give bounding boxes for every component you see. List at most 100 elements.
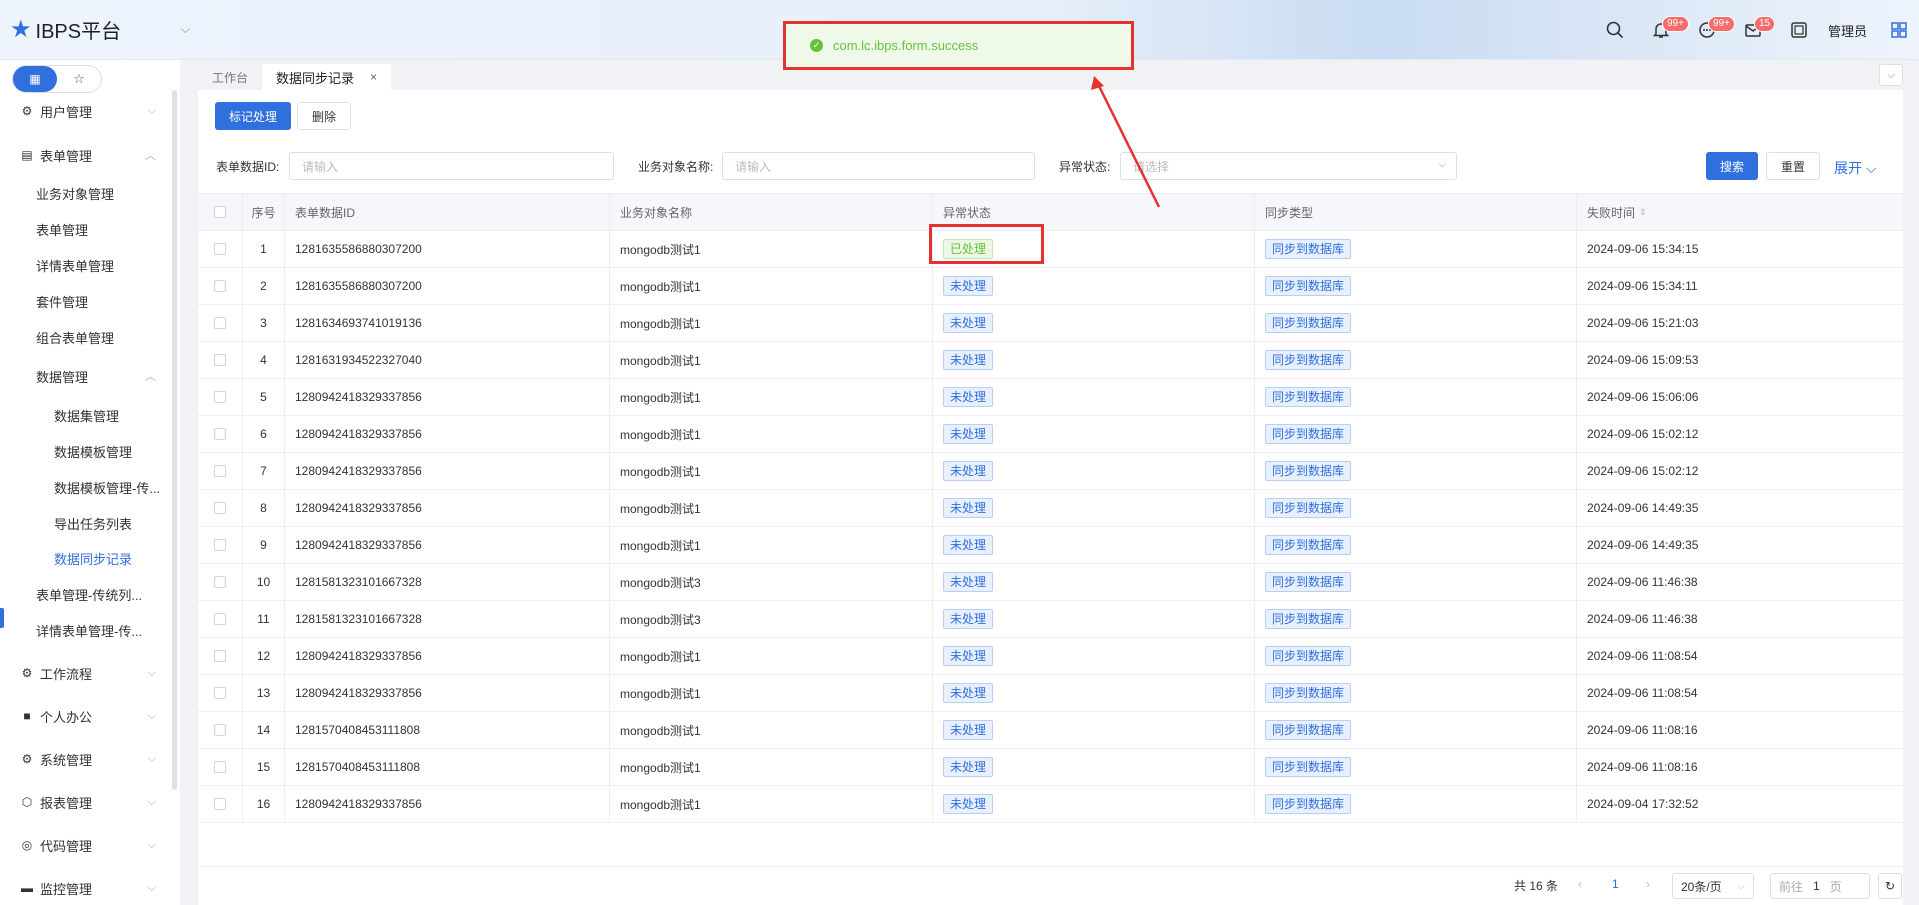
goto-page[interactable]: 前往 1 页: [1770, 873, 1870, 899]
table-row[interactable]: 10 1281581323101667328 mongodb测试3 未处理 同步到数据库…: [198, 564, 1903, 601]
tab-workbench[interactable]: 工作台: [198, 64, 262, 90]
table-row[interactable]: 14 1281570408453111808 mongodb测试1 未处理 同步到数据库…: [198, 712, 1903, 749]
sidebar-item-combo-form[interactable]: 组合表单管理: [0, 319, 170, 355]
sidebar-item-form[interactable]: 表单管理: [0, 211, 170, 247]
row-checkbox[interactable]: [214, 724, 226, 736]
delete-button[interactable]: 删除: [297, 102, 352, 130]
prev-page-icon[interactable]: ‹: [1578, 877, 1582, 891]
tab-data-sync-records[interactable]: 数据同步记录 ×: [262, 64, 392, 90]
page-number[interactable]: 1: [1612, 877, 1619, 891]
sidebar-item-biz-object[interactable]: 业务对象管理: [0, 175, 170, 211]
table-row[interactable]: 13 1280942418329337856 mongodb测试1 未处理 同步到数据库…: [198, 675, 1903, 712]
sort-icon[interactable]: ⇕: [1639, 207, 1647, 218]
sidebar-item-export-tasks[interactable]: 导出任务列表: [0, 505, 170, 541]
table-row[interactable]: 3 1281634693741019136 mongodb测试1 未处理 同步到数据库 2…: [198, 305, 1903, 342]
cube-icon: ⬡: [21, 795, 33, 809]
status-label: 异常状态:: [1059, 160, 1111, 174]
row-checkbox[interactable]: [214, 539, 226, 551]
cell-form-id: 1281631934522327040: [285, 342, 610, 378]
mail-icon[interactable]: 15: [1730, 0, 1776, 60]
grid-view-icon[interactable]: ▦: [13, 66, 57, 92]
sidebar-item-data-template-legacy[interactable]: 数据模板管理-传...: [0, 469, 170, 505]
table-row[interactable]: 8 1280942418329337856 mongodb测试1 未处理 同步到数据库 2…: [198, 490, 1903, 527]
row-checkbox[interactable]: [214, 613, 226, 625]
table-row[interactable]: 16 1280942418329337856 mongodb测试1 未处理 同步到数据库…: [198, 786, 1903, 823]
cell-status: 未处理: [933, 712, 1255, 748]
sidebar-item-code-mgmt[interactable]: ◎ 代码管理 ⌵: [0, 827, 170, 863]
cell-biz-name: mongodb测试1: [610, 231, 933, 267]
row-checkbox[interactable]: [214, 798, 226, 810]
table-row[interactable]: 2 1281635586880307200 mongodb测试1 未处理 同步到数据库 2…: [198, 268, 1903, 305]
user-name[interactable]: 管理员: [1822, 21, 1879, 40]
form-id-input[interactable]: 请输入: [289, 152, 614, 180]
tabs-dropdown-icon[interactable]: ⌵: [1879, 64, 1903, 86]
row-checkbox[interactable]: [214, 761, 226, 773]
table-row[interactable]: 11 1281581323101667328 mongodb测试3 未处理 同步到数据库…: [198, 601, 1903, 638]
row-checkbox[interactable]: [214, 687, 226, 699]
table-row[interactable]: 9 1280942418329337856 mongodb测试1 未处理 同步到数据库 2…: [198, 527, 1903, 564]
cell-sync-type: 同步到数据库: [1255, 601, 1577, 637]
search-button[interactable]: 搜索: [1706, 152, 1759, 180]
status-badge: 未处理: [943, 461, 994, 481]
sidebar-item-data-mgmt[interactable]: 数据管理 ︿: [0, 358, 170, 394]
sidebar-item-detail-form[interactable]: 详情表单管理: [0, 247, 170, 283]
reset-button[interactable]: 重置: [1766, 152, 1821, 180]
row-checkbox[interactable]: [214, 317, 226, 329]
sidebar-item-system-mgmt[interactable]: ⚙ 系统管理 ⌵: [0, 741, 170, 777]
fullscreen-icon[interactable]: [1776, 0, 1822, 60]
cell-status: 未处理: [933, 490, 1255, 526]
table-row[interactable]: 15 1281570408453111808 mongodb测试1 未处理 同步到数据库…: [198, 749, 1903, 786]
table-row[interactable]: 6 1280942418329337856 mongodb测试1 未处理 同步到数据库 2…: [198, 416, 1903, 453]
sidebar-item-suite[interactable]: 套件管理: [0, 283, 170, 319]
sidebar-item-report-mgmt[interactable]: ⬡ 报表管理 ⌵: [0, 784, 170, 820]
close-icon[interactable]: ×: [370, 70, 377, 84]
column-header-fail-time[interactable]: 失败时间 ⇕: [1577, 194, 1903, 230]
table-row[interactable]: 5 1280942418329337856 mongodb测试1 未处理 同步到数据库 2…: [198, 379, 1903, 416]
row-checkbox[interactable]: [214, 243, 226, 255]
chevron-down-icon[interactable]: ⌵: [181, 22, 190, 37]
row-checkbox[interactable]: [214, 650, 226, 662]
goto-page-input[interactable]: 1: [1813, 879, 1820, 893]
refresh-icon[interactable]: ↻: [1878, 873, 1902, 899]
apps-grid-icon[interactable]: [1879, 0, 1919, 60]
sidebar-item-detail-form-legacy[interactable]: 详情表单管理-传...: [0, 612, 170, 648]
sidebar-item-personal-office[interactable]: ■ 个人办公 ⌵: [0, 698, 170, 734]
sync-type-badge: 同步到数据库: [1265, 461, 1352, 481]
favorite-star-icon[interactable]: ☆: [57, 66, 101, 92]
sidebar-item-user-mgmt[interactable]: ⚙ 用户管理 ⌵: [0, 93, 170, 129]
sidebar-item-dataset[interactable]: 数据集管理: [0, 397, 170, 433]
sidebar-item-monitor-mgmt[interactable]: ▬ 监控管理 ⌵: [0, 870, 170, 905]
table-row[interactable]: 12 1280942418329337856 mongodb测试1 未处理 同步到数据库…: [198, 638, 1903, 675]
status-select[interactable]: 请选择 ⌵: [1120, 152, 1457, 180]
search-icon[interactable]: [1592, 0, 1638, 60]
row-checkbox[interactable]: [214, 428, 226, 440]
row-checkbox[interactable]: [214, 391, 226, 403]
message-icon[interactable]: 99+: [1684, 0, 1735, 60]
row-checkbox[interactable]: [214, 354, 226, 366]
next-page-icon[interactable]: ›: [1646, 877, 1650, 891]
sidebar-item-workflow[interactable]: ⚙ 工作流程 ⌵: [0, 655, 170, 691]
sidebar-item-form-legacy[interactable]: 表单管理-传统列...: [0, 576, 170, 612]
cell-no: 1: [243, 231, 285, 267]
app-logo[interactable]: ★ IBPS平台 ⌵: [0, 15, 190, 44]
row-checkbox[interactable]: [214, 576, 226, 588]
table-row[interactable]: 7 1280942418329337856 mongodb测试1 未处理 同步到数据库 2…: [198, 453, 1903, 490]
column-header: 表单数据ID: [285, 194, 610, 230]
page-size-select[interactable]: 20条/页 ⌵: [1672, 873, 1754, 899]
biz-name-input[interactable]: 请输入: [722, 152, 1035, 180]
bell-icon[interactable]: 99+: [1638, 0, 1689, 60]
expand-toggle[interactable]: 展开 ⌵: [1834, 158, 1877, 178]
table-row[interactable]: 1 1281635586880307200 mongodb测试1 已处理 同步到数据库 2…: [198, 231, 1903, 268]
row-checkbox[interactable]: [214, 280, 226, 292]
sidebar-item-form-mgmt[interactable]: ▤ 表单管理 ︿: [0, 137, 170, 173]
sidebar-view-toggle[interactable]: ▦ ☆: [12, 65, 102, 93]
row-checkbox[interactable]: [214, 465, 226, 477]
sidebar-item-data-template[interactable]: 数据模板管理: [0, 433, 170, 469]
row-checkbox[interactable]: [214, 502, 226, 514]
cell-sync-type: 同步到数据库: [1255, 527, 1577, 563]
sidebar-scrollbar[interactable]: [172, 90, 177, 790]
select-all-checkbox[interactable]: [214, 206, 226, 218]
mark-processed-button[interactable]: 标记处理: [215, 102, 292, 130]
sidebar-item-data-sync-records[interactable]: 数据同步记录: [0, 540, 170, 576]
table-row[interactable]: 4 1281631934522327040 mongodb测试1 未处理 同步到数据库 2…: [198, 342, 1903, 379]
